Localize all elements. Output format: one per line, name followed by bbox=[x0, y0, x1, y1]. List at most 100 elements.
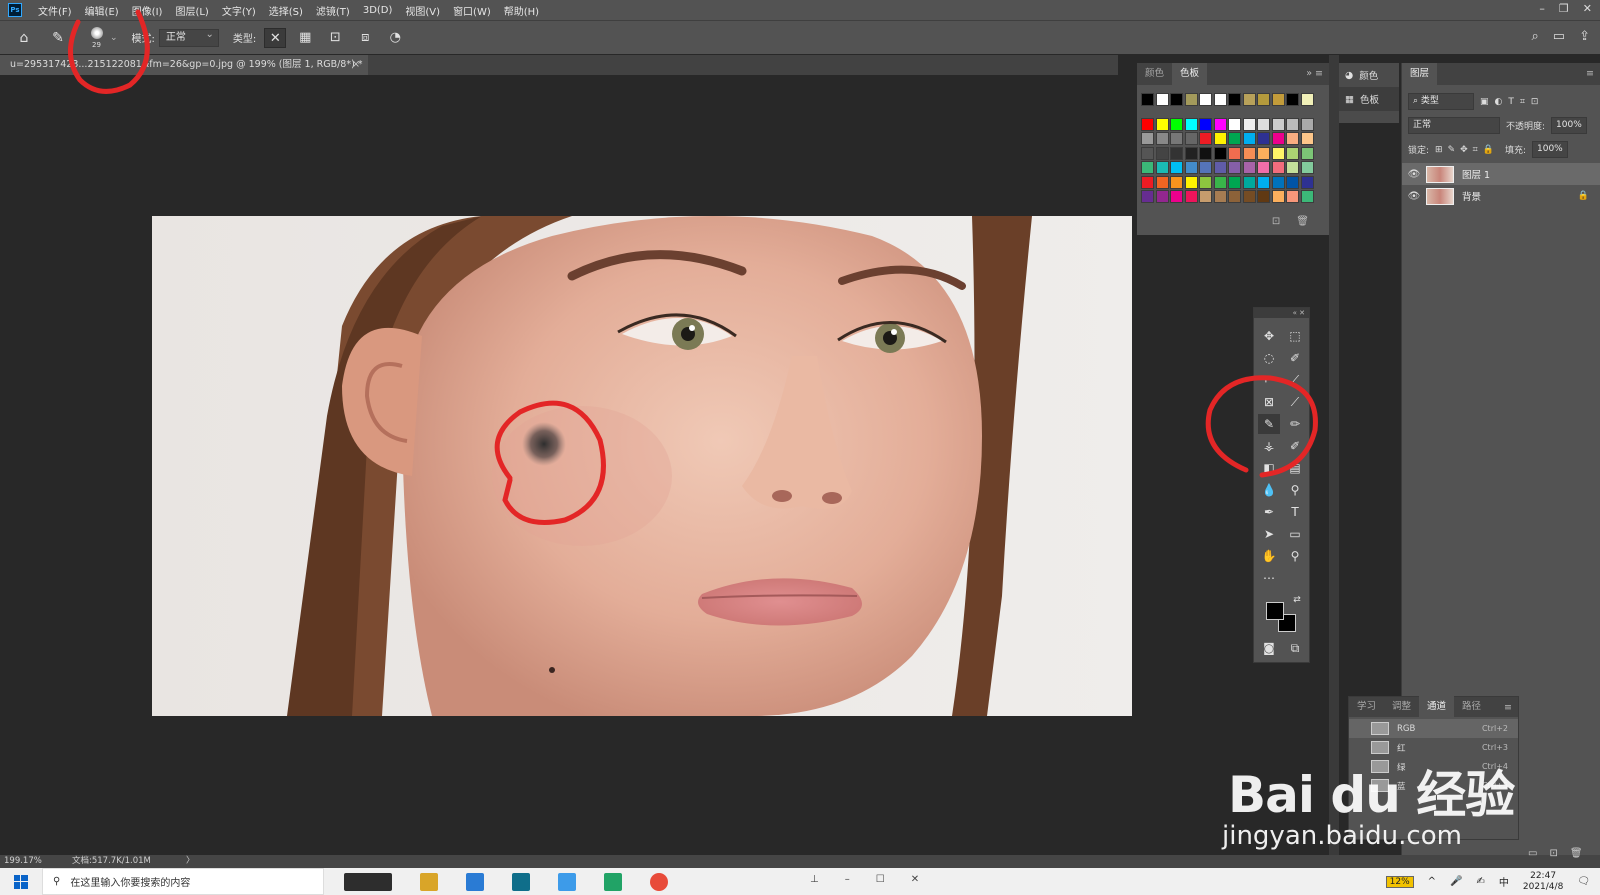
close-button[interactable]: ✕ bbox=[1583, 2, 1592, 15]
color-swatch[interactable] bbox=[1228, 161, 1241, 174]
color-swatch[interactable] bbox=[1286, 190, 1299, 203]
zoom-level[interactable]: 199.17% bbox=[4, 855, 42, 868]
menu-window[interactable]: 窗口(W) bbox=[453, 3, 491, 18]
color-swatch[interactable] bbox=[1257, 93, 1270, 106]
mini-maximize-icon[interactable]: ☐ bbox=[876, 874, 885, 885]
lasso-tool-icon[interactable]: ◌ bbox=[1258, 348, 1280, 368]
spot-healing-brush-tool-icon[interactable]: ✎ bbox=[48, 30, 68, 46]
color-swatch[interactable] bbox=[1155, 132, 1169, 145]
color-swatch[interactable] bbox=[1271, 190, 1285, 203]
taskbar-search-input[interactable]: ⚲ 在这里输入你要搜索的内容 bbox=[42, 868, 324, 895]
eye-icon[interactable]: 👁 bbox=[1402, 169, 1426, 180]
channels-menu-icon[interactable]: ≡ bbox=[1504, 697, 1512, 719]
chevron-down-icon[interactable]: ⌄ bbox=[110, 33, 118, 43]
color-swatch[interactable] bbox=[1141, 117, 1154, 131]
gradient-tool-icon[interactable]: ▤ bbox=[1284, 458, 1306, 478]
color-swatch[interactable] bbox=[1228, 117, 1241, 131]
color-swatch[interactable] bbox=[1199, 146, 1212, 160]
color-swatch[interactable] bbox=[1286, 161, 1299, 174]
color-swatch[interactable] bbox=[1257, 132, 1270, 145]
tab-learn[interactable]: 学习 bbox=[1349, 696, 1384, 718]
color-swatch[interactable] bbox=[1213, 93, 1227, 106]
foreground-color-swatch[interactable] bbox=[1266, 602, 1284, 620]
create-texture-button[interactable]: ▦ bbox=[294, 28, 316, 48]
microphone-icon[interactable]: 🎤 bbox=[1450, 876, 1462, 887]
pen-icon[interactable]: ✍ bbox=[1476, 876, 1484, 887]
color-swatch[interactable] bbox=[1242, 161, 1256, 174]
color-swatch[interactable] bbox=[1213, 117, 1227, 131]
history-brush-tool-icon[interactable]: ✐ bbox=[1284, 436, 1306, 456]
tools-panel-header[interactable]: « ✕ bbox=[1254, 308, 1309, 318]
share-icon[interactable]: ⇪ bbox=[1579, 29, 1590, 44]
document-tab[interactable]: u=295317423...215122081&fm=26&gp=0.jpg @… bbox=[0, 55, 368, 75]
home-icon[interactable]: ⌂ bbox=[14, 30, 34, 46]
tab-paths[interactable]: 路径 bbox=[1454, 696, 1489, 718]
color-swatch[interactable] bbox=[1300, 175, 1314, 189]
tab-swatches[interactable]: 色板 bbox=[1172, 63, 1208, 85]
content-aware-button[interactable]: ✕ bbox=[264, 27, 287, 48]
move-tool-icon[interactable]: ✥ bbox=[1258, 326, 1280, 346]
color-swatch[interactable] bbox=[1170, 146, 1183, 160]
color-swatch[interactable] bbox=[1170, 117, 1183, 131]
clock[interactable]: 22:47 2021/4/8 bbox=[1523, 871, 1563, 893]
status-menu-arrow[interactable]: 〉 bbox=[186, 855, 195, 868]
pen-tool-icon[interactable]: ✒ bbox=[1258, 502, 1280, 522]
color-swatch[interactable] bbox=[1242, 175, 1256, 189]
blend-mode-select[interactable]: 正常 bbox=[1408, 117, 1500, 134]
color-swatch[interactable] bbox=[1300, 146, 1314, 160]
path-select-tool-icon[interactable]: ➤ bbox=[1258, 524, 1280, 544]
color-swatch[interactable] bbox=[1213, 175, 1227, 189]
swap-colors-icon[interactable]: ⇄ bbox=[1286, 590, 1308, 610]
layers-footer-icons[interactable]: ▭⊡🗑 bbox=[1528, 848, 1595, 859]
color-swatch[interactable] bbox=[1170, 93, 1183, 106]
color-swatch[interactable] bbox=[1184, 117, 1198, 131]
color-swatch[interactable] bbox=[1141, 132, 1154, 145]
menu-filter[interactable]: 滤镜(T) bbox=[316, 3, 350, 18]
color-swatch[interactable] bbox=[1155, 161, 1169, 174]
color-swatch[interactable] bbox=[1228, 132, 1241, 145]
menu-image[interactable]: 图像(I) bbox=[132, 3, 163, 18]
color-swatch[interactable] bbox=[1213, 146, 1227, 160]
color-swatch[interactable] bbox=[1286, 132, 1299, 145]
pin-icon[interactable]: ⊥ bbox=[810, 874, 819, 885]
color-swatch[interactable] bbox=[1257, 175, 1270, 189]
menu-3d[interactable]: 3D(D) bbox=[363, 5, 393, 16]
proximity-match-button[interactable]: ⊡ bbox=[324, 28, 346, 48]
color-swatch[interactable] bbox=[1170, 132, 1183, 145]
file-explorer-icon[interactable] bbox=[420, 872, 438, 891]
color-swatch[interactable] bbox=[1184, 146, 1198, 160]
mini-minimize-icon[interactable]: – bbox=[845, 874, 850, 885]
eye-icon[interactable]: 👁 bbox=[1402, 191, 1426, 202]
menu-file[interactable]: 文件(F) bbox=[38, 3, 72, 18]
color-swatch[interactable] bbox=[1228, 146, 1241, 160]
color-swatch[interactable] bbox=[1300, 132, 1314, 145]
color-swatch[interactable] bbox=[1170, 175, 1183, 189]
ime-indicator[interactable]: 中 bbox=[1499, 874, 1509, 889]
color-swatch[interactable] bbox=[1286, 175, 1299, 189]
color-swatch[interactable] bbox=[1155, 146, 1169, 160]
photoshop-logo-icon[interactable]: Ps bbox=[8, 3, 22, 17]
pressure-size-button[interactable]: ◔ bbox=[384, 28, 406, 48]
color-swatch[interactable] bbox=[1271, 117, 1285, 131]
workspace-icon[interactable]: ▭ bbox=[1553, 29, 1565, 44]
slice-tool-icon[interactable]: ⟋ bbox=[1284, 370, 1306, 390]
notification-icon[interactable]: 🗨 bbox=[1577, 876, 1590, 887]
tab-channels[interactable]: 通道 bbox=[1419, 696, 1455, 718]
battery-indicator[interactable]: 12% bbox=[1385, 875, 1414, 888]
mini-close-icon[interactable]: ✕ bbox=[911, 874, 919, 885]
channel-row[interactable]: RGB Ctrl+2 bbox=[1349, 719, 1518, 738]
menu-edit[interactable]: 编辑(E) bbox=[85, 3, 119, 18]
restore-button[interactable]: ❐ bbox=[1559, 2, 1569, 15]
color-swatch[interactable] bbox=[1213, 190, 1227, 203]
brush-size-picker[interactable]: 29 bbox=[86, 25, 108, 51]
color-swatch[interactable] bbox=[1271, 93, 1285, 106]
color-swatch[interactable] bbox=[1199, 175, 1212, 189]
color-swatch[interactable] bbox=[1184, 190, 1198, 203]
blur-tool-icon[interactable]: 💧 bbox=[1258, 480, 1280, 500]
mail-icon[interactable] bbox=[558, 872, 576, 891]
color-swatch[interactable] bbox=[1300, 117, 1314, 131]
color-swatch[interactable] bbox=[1141, 93, 1154, 106]
color-swatch[interactable] bbox=[1228, 93, 1241, 106]
color-swatch[interactable] bbox=[1155, 93, 1169, 106]
color-swatch[interactable] bbox=[1300, 93, 1314, 106]
